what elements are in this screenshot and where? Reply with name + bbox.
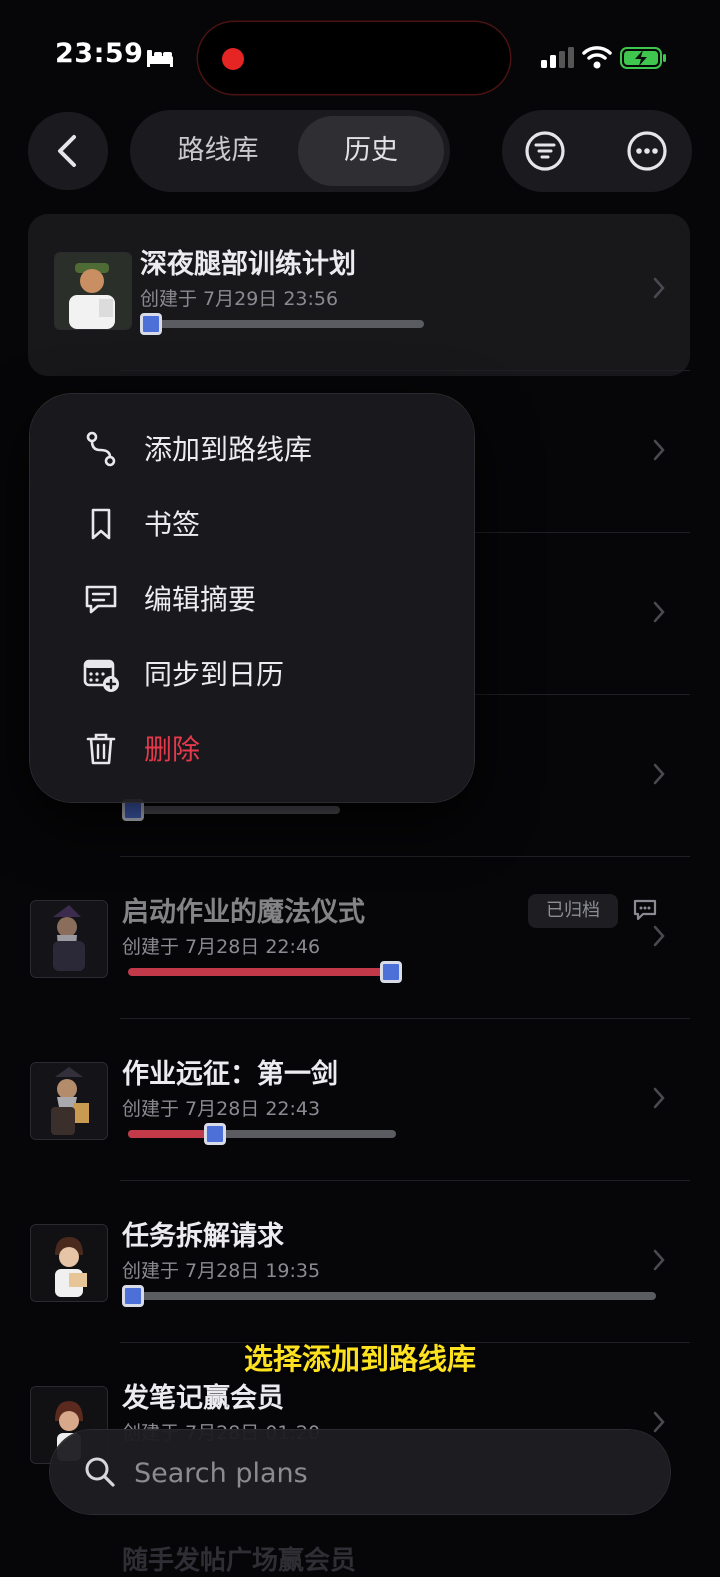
- plan-avatar: [30, 1224, 108, 1302]
- chevron-right-icon: [653, 1411, 665, 1433]
- list-divider: [120, 856, 690, 857]
- menu-item-label: 添加到路线库: [144, 433, 313, 466]
- battery-charging-icon: [620, 47, 666, 69]
- plan-title-partial: 随手发帖广场赢会员: [122, 1546, 357, 1576]
- plan-created-at: 创建于 7月29日 23:56: [140, 288, 339, 310]
- cellular-signal-icon: [541, 47, 574, 68]
- menu-item-delete[interactable]: 删除: [30, 712, 474, 787]
- view-segmented-control: 路线库 历史: [130, 110, 450, 192]
- plan-card-archived[interactable]: 启动作业的魔法仪式 创建于 7月28日 22:46 已归档: [28, 862, 690, 1024]
- chevron-right-icon: [653, 1087, 665, 1109]
- list-divider: [120, 1180, 690, 1181]
- archived-badge: 已归档: [528, 894, 618, 928]
- chevron-right-icon: [653, 277, 665, 299]
- menu-item-edit-summary[interactable]: 编辑摘要: [30, 562, 474, 637]
- plan-avatar: [30, 900, 108, 978]
- wifi-icon: [582, 46, 612, 69]
- sleep-focus-icon: [147, 50, 173, 67]
- calendar-add-icon: [83, 659, 119, 692]
- plan-progress-knob: [140, 313, 162, 335]
- chevron-left-icon: [58, 135, 76, 167]
- menu-item-label: 编辑摘要: [144, 583, 257, 616]
- plan-card[interactable]: 作业远征：第一剑 创建于 7月28日 22:43: [28, 1024, 690, 1186]
- plan-progress-track: [128, 1292, 656, 1300]
- search-icon: [85, 1457, 115, 1487]
- trash-icon: [86, 733, 116, 765]
- plan-created-at: 创建于 7月28日 19:35: [122, 1260, 321, 1282]
- plan-created-at: 创建于 7月28日 22:46: [122, 936, 321, 958]
- route-icon: [86, 431, 116, 467]
- menu-item-label: 删除: [144, 733, 201, 766]
- tab-history[interactable]: 历史: [298, 110, 444, 192]
- chevron-right-icon: [653, 925, 665, 947]
- plan-title: 作业远征：第一剑: [122, 1059, 338, 1090]
- tab-route-library[interactable]: 路线库: [148, 110, 288, 192]
- plan-progress-track: [148, 320, 424, 328]
- plan-context-menu: 添加到路线库 书签 编辑摘要 同步到日历 删除: [30, 394, 474, 802]
- plan-avatar: [30, 1062, 108, 1140]
- plan-card[interactable]: 任务拆解请求 创建于 7月28日 19:35: [28, 1186, 690, 1348]
- summary-comment-icon: [633, 899, 657, 921]
- menu-item-label: 同步到日历: [144, 658, 285, 691]
- status-time: 23:59: [55, 38, 144, 69]
- plan-title: 发笔记赢会员: [122, 1383, 284, 1414]
- back-button[interactable]: [28, 112, 108, 190]
- dynamic-island: [198, 22, 510, 94]
- chevron-right-icon: [653, 763, 665, 785]
- plan-progress-knob: [122, 799, 144, 821]
- menu-item-add-to-route-library[interactable]: 添加到路线库: [30, 412, 474, 487]
- plan-created-at: 创建于 7月28日 22:43: [122, 1098, 321, 1120]
- plan-title: 深夜腿部训练计划: [140, 249, 356, 280]
- plan-progress-knob: [380, 961, 402, 983]
- plan-title: 启动作业的魔法仪式: [122, 897, 365, 928]
- menu-item-label: 书签: [144, 508, 201, 541]
- toolbar-actions: [502, 110, 692, 192]
- plan-card[interactable]: 深夜腿部训练计划 创建于 7月29日 23:56: [28, 214, 690, 376]
- menu-item-sync-to-calendar[interactable]: 同步到日历: [30, 637, 474, 712]
- search-input[interactable]: [132, 1430, 636, 1516]
- plan-avatar: [54, 252, 132, 330]
- chevron-right-icon: [653, 439, 665, 461]
- plan-progress-fill: [128, 968, 392, 976]
- chevron-right-icon: [653, 1249, 665, 1271]
- recording-indicator-icon: [222, 48, 244, 70]
- plan-progress-knob: [122, 1285, 144, 1307]
- chevron-right-icon: [653, 601, 665, 623]
- plan-progress-track: [128, 806, 340, 814]
- plan-progress-fill: [128, 1130, 212, 1138]
- plan-title: 任务拆解请求: [122, 1221, 284, 1252]
- filter-button[interactable]: [522, 128, 568, 174]
- search-bar: [50, 1430, 670, 1516]
- plan-progress-knob: [204, 1123, 226, 1145]
- list-divider: [120, 370, 690, 371]
- comment-icon: [85, 585, 117, 614]
- menu-item-bookmark[interactable]: 书签: [30, 487, 474, 562]
- list-divider: [120, 1018, 690, 1019]
- bookmark-icon: [91, 508, 111, 540]
- more-options-button[interactable]: [624, 128, 670, 174]
- video-caption: 选择添加到路线库: [243, 1342, 476, 1376]
